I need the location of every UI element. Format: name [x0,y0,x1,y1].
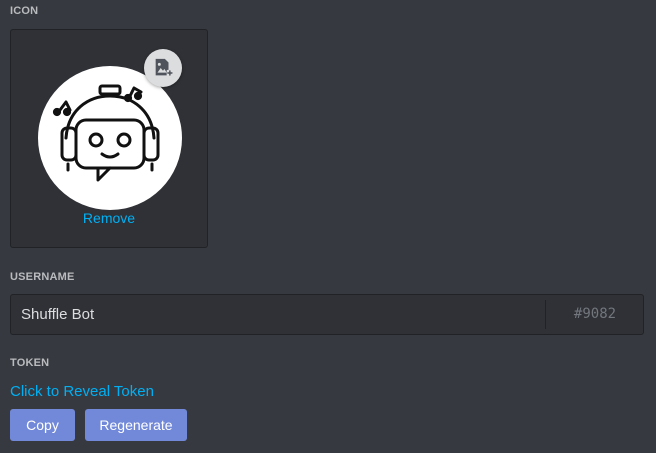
upload-image-button[interactable] [144,49,182,87]
username-input[interactable] [11,295,545,334]
bot-settings-panel: ICON Remove USERNAME Shuffle Bot #9082 T… [0,0,656,453]
icon-panel: Remove [10,29,208,248]
token-section-label: TOKEN [10,357,50,369]
username-section-label: USERNAME [10,271,75,283]
username-field-group: #9082 [10,294,644,335]
image-add-icon [155,58,174,77]
discriminator-tag: #9082 [573,306,617,322]
icon-section-label: ICON [10,5,39,17]
reveal-token-link[interactable]: Click to Reveal Token [10,383,154,400]
remove-icon-link[interactable]: Remove [11,210,207,226]
robot-headphones-icon [52,84,160,182]
regenerate-token-button[interactable]: Regenerate [85,409,187,441]
copy-token-button[interactable]: Copy [10,409,75,441]
bot-avatar[interactable] [38,66,182,210]
